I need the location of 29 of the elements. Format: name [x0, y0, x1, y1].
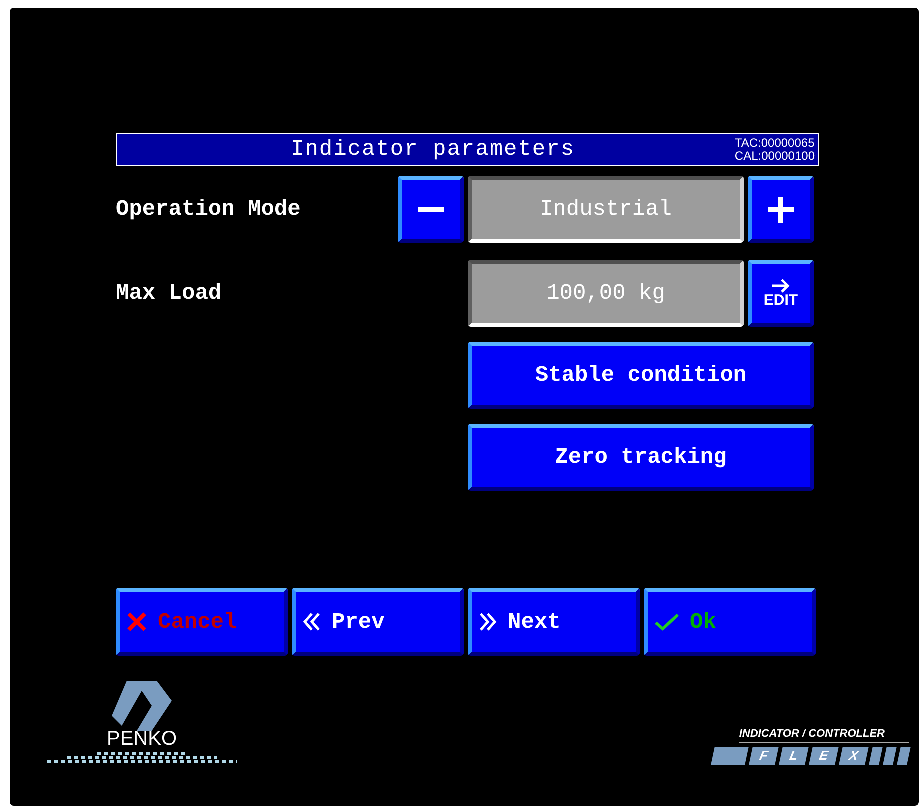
product-letter: X	[839, 747, 869, 765]
decrease-button[interactable]	[398, 176, 464, 243]
option-button[interactable]: Zero tracking	[468, 424, 814, 491]
product-bar	[883, 747, 897, 765]
cal-counter: CAL:00000100	[734, 150, 815, 162]
tac-counter: TAC:00000065	[734, 136, 815, 150]
option-button[interactable]: Stable condition	[468, 342, 814, 409]
double-chevron-right-icon	[478, 612, 498, 632]
product-letter: F	[749, 747, 779, 765]
edit-button[interactable]: EDIT	[748, 260, 814, 327]
next-button[interactable]: Next	[468, 588, 640, 656]
plus-icon	[768, 196, 794, 222]
field-label: Max Load	[116, 280, 223, 308]
arrow-right-icon	[771, 278, 791, 292]
field-label: Operation Mode	[116, 196, 302, 224]
cross-icon	[126, 611, 148, 633]
product-bar	[869, 747, 883, 765]
double-chevron-left-icon	[302, 612, 322, 632]
logo-text: PENKO	[106, 728, 178, 750]
product-bar	[711, 747, 749, 765]
product-bar	[897, 747, 911, 765]
minus-icon	[418, 206, 444, 212]
product-caption: INDICATOR / CONTROLLER	[739, 726, 909, 743]
checkmark-icon	[654, 612, 680, 632]
window-title: Indicator parameters	[291, 136, 576, 164]
increase-button[interactable]	[748, 176, 814, 243]
product-letter: E	[809, 747, 839, 765]
prev-button[interactable]: Prev	[292, 588, 464, 656]
product-letter: L	[779, 747, 809, 765]
